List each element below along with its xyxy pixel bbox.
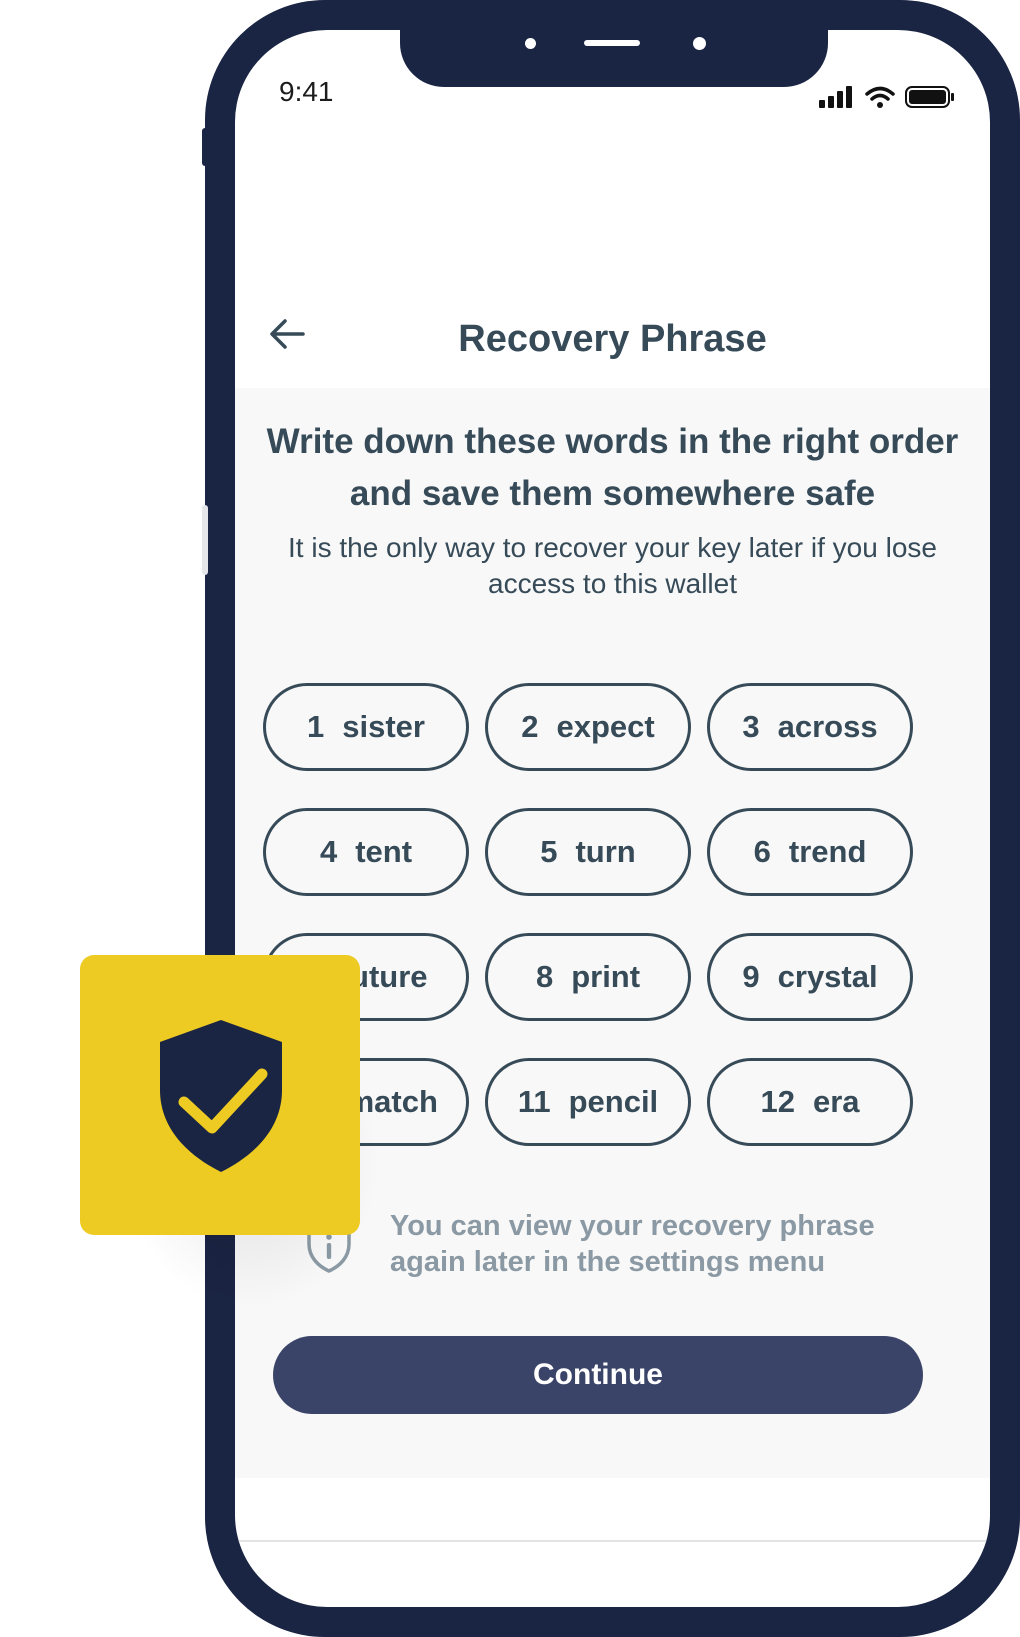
word-number: 3 xyxy=(742,709,760,744)
word-number: 9 xyxy=(742,959,760,994)
word-number: 6 xyxy=(753,834,771,869)
signal-icon xyxy=(819,86,852,108)
info-note: You can view your recovery phrase again … xyxy=(305,1208,925,1288)
word-pill[interactable]: 5 turn xyxy=(485,808,691,896)
word-pill[interactable]: 9 crystal xyxy=(707,933,913,1021)
subtext: It is the only way to recover your key l… xyxy=(288,532,937,599)
word-pill[interactable]: 2 expect xyxy=(485,683,691,771)
word-text: era xyxy=(812,1084,860,1119)
word-text: sister xyxy=(342,709,425,744)
word-number: 5 xyxy=(540,834,558,869)
bottom-divider xyxy=(235,1540,990,1542)
word-pill[interactable]: 11 pencil xyxy=(485,1058,691,1146)
word-number: 1 xyxy=(307,709,325,744)
wifi-icon xyxy=(865,86,895,108)
side-button-highlight xyxy=(202,505,208,575)
word-number: 11 xyxy=(517,1084,551,1119)
page-title: Recovery Phrase xyxy=(458,318,767,360)
notch xyxy=(400,30,828,87)
word-text: across xyxy=(777,709,878,744)
word-pill[interactable]: 4 tent xyxy=(263,808,469,896)
word-pill[interactable]: 3 across xyxy=(707,683,913,771)
phone-screen: 9:41 Recovery Phrase Write down these wo… xyxy=(235,30,990,1607)
info-text: You can view your recovery phrase again … xyxy=(390,1210,875,1278)
nav-bar: Recovery Phrase xyxy=(235,280,990,388)
word-text: pencil xyxy=(568,1084,659,1119)
word-number: 2 xyxy=(521,709,539,744)
word-text: print xyxy=(571,959,641,994)
word-pill[interactable]: 12 era xyxy=(707,1058,913,1146)
word-text: tent xyxy=(355,834,413,869)
word-number: 4 xyxy=(319,834,338,869)
word-number: 8 xyxy=(535,959,554,994)
notch-speaker xyxy=(584,40,640,46)
word-pill[interactable]: 1 sister xyxy=(263,683,469,771)
shield-check-icon xyxy=(160,1020,282,1172)
word-text: expect xyxy=(556,709,655,744)
word-pill[interactable]: 8 print xyxy=(485,933,691,1021)
headline: Write down these words in the right orde… xyxy=(266,422,959,513)
word-text: crystal xyxy=(777,959,878,994)
side-button xyxy=(202,128,210,166)
status-time: 9:41 xyxy=(279,76,334,107)
notch-camera xyxy=(693,37,706,50)
continue-button[interactable]: Continue xyxy=(273,1336,923,1414)
battery-icon xyxy=(905,86,954,108)
word-number: 12 xyxy=(760,1084,795,1119)
status-icons xyxy=(819,86,955,108)
security-badge xyxy=(80,955,360,1235)
word-pill[interactable]: 6 trend xyxy=(707,808,913,896)
word-text: trend xyxy=(788,834,867,869)
notch-sensor xyxy=(525,38,536,49)
word-text: turn xyxy=(575,834,636,869)
content-area: Write down these words in the right orde… xyxy=(235,388,990,1478)
